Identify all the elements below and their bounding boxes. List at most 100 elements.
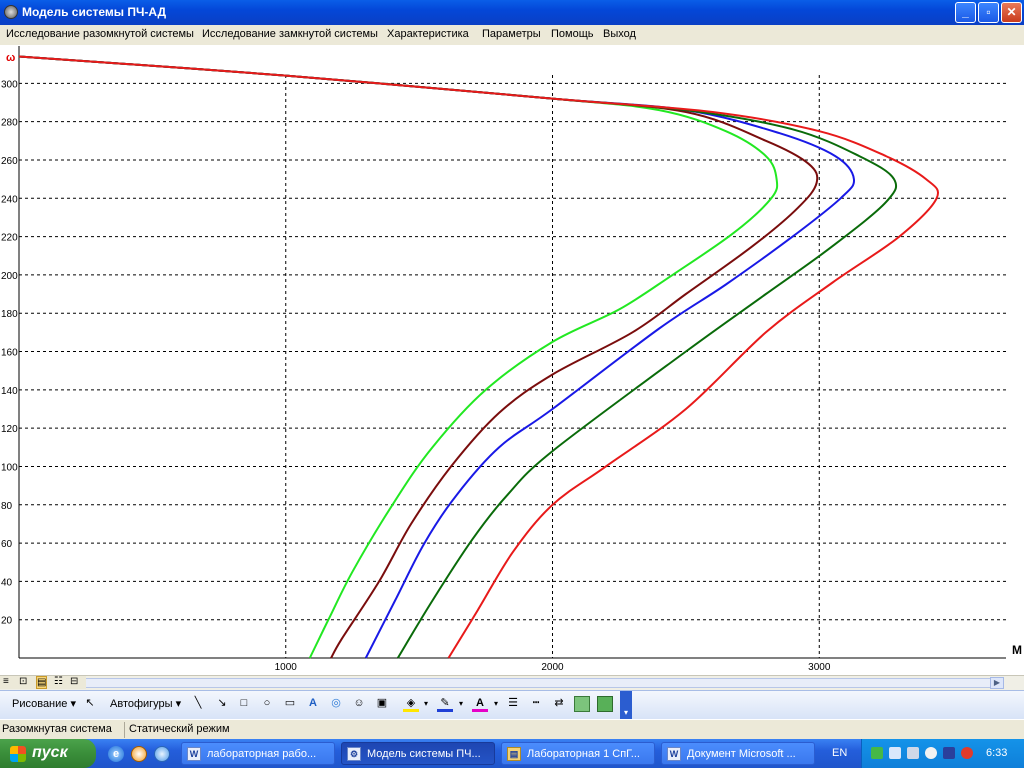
arrow-tool-icon[interactable]: ↘	[214, 696, 230, 712]
task-lab-work[interactable]: W лабораторная рабо...	[181, 742, 335, 765]
close-button[interactable]: ✕	[1001, 2, 1022, 23]
maximize-button[interactable]: ▫	[978, 2, 999, 23]
draw-menu-button[interactable]: Рисование ▾	[12, 697, 76, 710]
mechanical-characteristic-chart: 20 40 60 80 100 120 140 160 180 200 220 240 260 280 30…	[1, 46, 1022, 673]
app-gear-icon[interactable]	[4, 5, 18, 19]
3d-style-icon[interactable]	[597, 696, 613, 712]
status-divider	[124, 722, 125, 738]
scroll-right-arrow[interactable]: ▶	[990, 677, 1004, 689]
series-line-2	[18, 55, 819, 659]
view-outline-icon[interactable]: ☷	[54, 676, 63, 687]
task-lab-folder[interactable]: ▤ Лабораторная 1 СпГ...	[501, 742, 655, 765]
arrow-style-icon[interactable]: ⇄	[551, 696, 567, 712]
y-tick-label: 260	[1, 156, 18, 167]
explorer-icon[interactable]	[154, 746, 170, 762]
drawing-toolbar: Рисование ▾ ↖ Автофигуры ▾ ╲ ↘ □ ○ ▭ A ◎…	[0, 690, 1024, 720]
font-color-dropdown-icon[interactable]: ▾	[494, 699, 498, 708]
y-tick-label: 100	[1, 462, 18, 473]
y-tick-label: 280	[1, 118, 18, 129]
clipart-icon[interactable]: ☺	[351, 696, 367, 712]
task-label: Модель системы ПЧ...	[367, 748, 481, 760]
view-reading-icon[interactable]: ⊟	[70, 676, 78, 687]
status-mode: Разомкнутая система	[2, 723, 112, 735]
horizontal-scrollbar[interactable]: ◀ ▶	[0, 675, 1024, 690]
line-style-icon[interactable]: ☰	[505, 696, 521, 712]
shadow-style-icon[interactable]	[574, 696, 590, 712]
line-tool-icon[interactable]: ╲	[190, 696, 206, 712]
word-doc-icon: W	[667, 747, 681, 761]
y-axis-label: ω	[6, 52, 15, 64]
insert-picture-icon[interactable]: ▣	[374, 696, 390, 712]
x-axis-label: M	[1012, 643, 1022, 657]
line-color-dropdown-icon[interactable]: ▾	[459, 699, 463, 708]
menu-bar: Исследование разомкнутой системы Исследо…	[0, 25, 1024, 46]
y-tick-label: 80	[1, 501, 13, 512]
toolbar-options-icon[interactable]: ▾	[620, 691, 632, 719]
y-tick-label: 180	[1, 309, 18, 320]
task-model-app[interactable]: ⚙ Модель системы ПЧ...	[341, 742, 495, 765]
taskbar: пуск e W лабораторная рабо... ⚙ Модель с…	[0, 739, 1024, 768]
tray-network-icon[interactable]	[871, 747, 883, 759]
y-tick-label: 160	[1, 348, 18, 359]
tray-usb-icon[interactable]	[907, 747, 919, 759]
scroll-thumb[interactable]	[21, 678, 996, 688]
y-tick-label: 200	[1, 271, 18, 282]
menu-parameters[interactable]: Параметры	[482, 28, 541, 40]
title-bar[interactable]: Модель системы ПЧ-АД _ ▫ ✕	[0, 0, 1024, 25]
media-player-icon[interactable]	[131, 746, 147, 762]
y-tick-label: 240	[1, 194, 18, 205]
menu-help[interactable]: Помощь	[551, 28, 594, 40]
autoshapes-menu-button[interactable]: Автофигуры ▾	[110, 697, 181, 710]
draw-menu-label: Рисование	[12, 698, 68, 710]
tray-device-icon[interactable]	[889, 747, 901, 759]
autoshapes-label: Автофигуры	[110, 698, 173, 710]
line-color-icon[interactable]: ✎	[437, 696, 453, 712]
menu-open-loop[interactable]: Исследование разомкнутой системы	[6, 28, 194, 40]
menu-characteristic[interactable]: Характеристика	[387, 28, 469, 40]
fill-color-icon[interactable]: ◈	[403, 696, 419, 712]
view-web-icon[interactable]: ⊡	[19, 676, 27, 687]
tray-antivirus-icon[interactable]	[961, 747, 973, 759]
view-buttons: ≡ ⊡ ▤ ☷ ⊟	[0, 676, 86, 689]
series-line-1	[18, 55, 779, 659]
task-label: лабораторная рабо...	[207, 748, 317, 760]
wordart-icon[interactable]: A	[305, 696, 321, 712]
series-line-5	[18, 55, 940, 659]
diagram-icon[interactable]: ◎	[328, 696, 344, 712]
y-tick-label: 140	[1, 386, 18, 397]
start-button[interactable]: пуск	[0, 739, 96, 768]
tray-display-icon[interactable]	[943, 747, 955, 759]
x-tick-label: 1000	[275, 662, 298, 673]
series-line-3	[18, 55, 856, 659]
select-pointer-icon[interactable]: ↖	[82, 696, 98, 712]
textbox-tool-icon[interactable]: ▭	[282, 696, 298, 712]
tray-volume-icon[interactable]	[925, 747, 937, 759]
internet-explorer-icon[interactable]: e	[108, 746, 124, 762]
start-label: пуск	[32, 744, 68, 761]
x-tick-label: 3000	[808, 662, 831, 673]
task-word-doc[interactable]: W Документ Microsoft ...	[661, 742, 815, 765]
font-color-icon[interactable]: A	[472, 696, 488, 712]
menu-exit[interactable]: Выход	[603, 28, 636, 40]
y-tick-label: 60	[1, 539, 13, 550]
status-bar: Разомкнутая система Статический режим	[0, 719, 1024, 740]
oval-tool-icon[interactable]: ○	[259, 696, 275, 712]
word-doc-icon: W	[187, 747, 201, 761]
view-layout-icon[interactable]: ▤	[36, 676, 48, 689]
rectangle-tool-icon[interactable]: □	[236, 696, 252, 712]
windows-logo-icon	[10, 746, 26, 762]
dash-style-icon[interactable]: ┅	[528, 696, 544, 712]
task-label: Документ Microsoft ...	[687, 748, 796, 760]
window-title: Модель системы ПЧ-АД	[22, 5, 167, 19]
y-tick-label: 220	[1, 233, 18, 244]
status-regime: Статический режим	[129, 723, 230, 735]
minimize-button[interactable]: _	[955, 2, 976, 23]
fill-color-dropdown-icon[interactable]: ▾	[424, 699, 428, 708]
language-indicator[interactable]: EN	[832, 747, 847, 759]
plot-area: 20 40 60 80 100 120 140 160 180 200 220 240 260 280 30…	[0, 46, 1024, 675]
folder-icon: ▤	[507, 747, 521, 761]
view-normal-icon[interactable]: ≡	[3, 676, 9, 687]
menu-closed-loop[interactable]: Исследование замкнутой системы	[202, 28, 378, 40]
task-label: Лабораторная 1 СпГ...	[527, 748, 640, 760]
clock[interactable]: 6:33	[986, 747, 1007, 759]
